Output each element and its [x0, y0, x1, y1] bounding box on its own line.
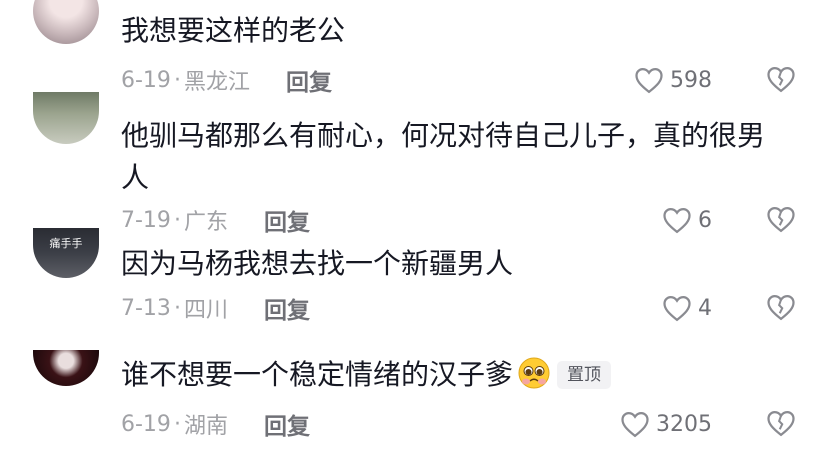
comment-text: 他驯马都那么有耐心，何况对待自己儿子，真的很男人	[121, 119, 766, 194]
comment-text: 谁不想要一个稳定情绪的汉子爹 置顶	[121, 354, 801, 396]
comment-location: 广东	[183, 210, 228, 235]
comment-meta: 6-19 · 湖南 回复	[121, 407, 310, 441]
heart-outline-icon	[635, 67, 663, 94]
reply-button[interactable]: 回复	[286, 63, 332, 97]
like-count: 6	[698, 207, 712, 233]
comment-text: 因为马杨我想去找一个新疆男人	[121, 247, 514, 280]
broken-heart-icon	[767, 206, 795, 233]
like-button[interactable]: 598	[634, 65, 712, 95]
dislike-button[interactable]	[766, 409, 796, 439]
comment-location: 黑龙江	[183, 70, 250, 95]
broken-heart-icon	[767, 66, 795, 93]
separator: ·	[173, 411, 181, 437]
separator: ·	[173, 67, 181, 93]
comment-date: 6-19	[121, 67, 171, 93]
like-button[interactable]: 3205	[620, 409, 712, 439]
like-count: 3205	[656, 411, 712, 437]
reply-button[interactable]: 回复	[264, 291, 310, 325]
like-button[interactable]: 6	[662, 205, 712, 235]
separator: ·	[173, 207, 181, 233]
avatar[interactable]	[33, 0, 99, 44]
broken-heart-icon	[767, 294, 795, 321]
dislike-button[interactable]	[766, 293, 796, 323]
comment-date: 7-19	[121, 207, 171, 233]
reply-button[interactable]: 回复	[264, 203, 310, 237]
comment-location: 湖南	[183, 414, 228, 439]
heart-outline-icon	[621, 411, 649, 438]
comment-meta: 7-19 · 广东 回复	[121, 203, 310, 237]
comment-date: 7-13	[121, 295, 171, 321]
comment-date: 6-19	[121, 411, 171, 437]
like-button[interactable]: 4	[662, 293, 712, 323]
comment-location: 四川	[183, 298, 228, 323]
heart-outline-icon	[663, 295, 691, 322]
heart-outline-icon	[663, 207, 691, 234]
like-count: 4	[698, 295, 712, 321]
comment-meta: 7-13 · 四川 回复	[121, 291, 310, 325]
avatar[interactable]	[33, 350, 99, 386]
comment-text: 我想要这样的老公	[121, 14, 346, 47]
avatar[interactable]: 痛手手	[33, 228, 99, 278]
dislike-button[interactable]	[766, 65, 796, 95]
avatar[interactable]	[33, 92, 99, 144]
reply-button[interactable]: 回复	[264, 407, 310, 441]
pinned-badge: 置顶	[557, 361, 612, 389]
broken-heart-icon	[767, 410, 795, 437]
separator: ·	[173, 295, 181, 321]
avatar-caption: 痛手手	[49, 237, 83, 250]
pleading-face-icon	[518, 357, 550, 389]
comment-body: 谁不想要一个稳定情绪的汉子爹	[121, 358, 514, 391]
dislike-button[interactable]	[766, 205, 796, 235]
comment-meta: 6-19 · 黑龙江 回复	[121, 63, 332, 97]
like-count: 598	[670, 67, 712, 93]
